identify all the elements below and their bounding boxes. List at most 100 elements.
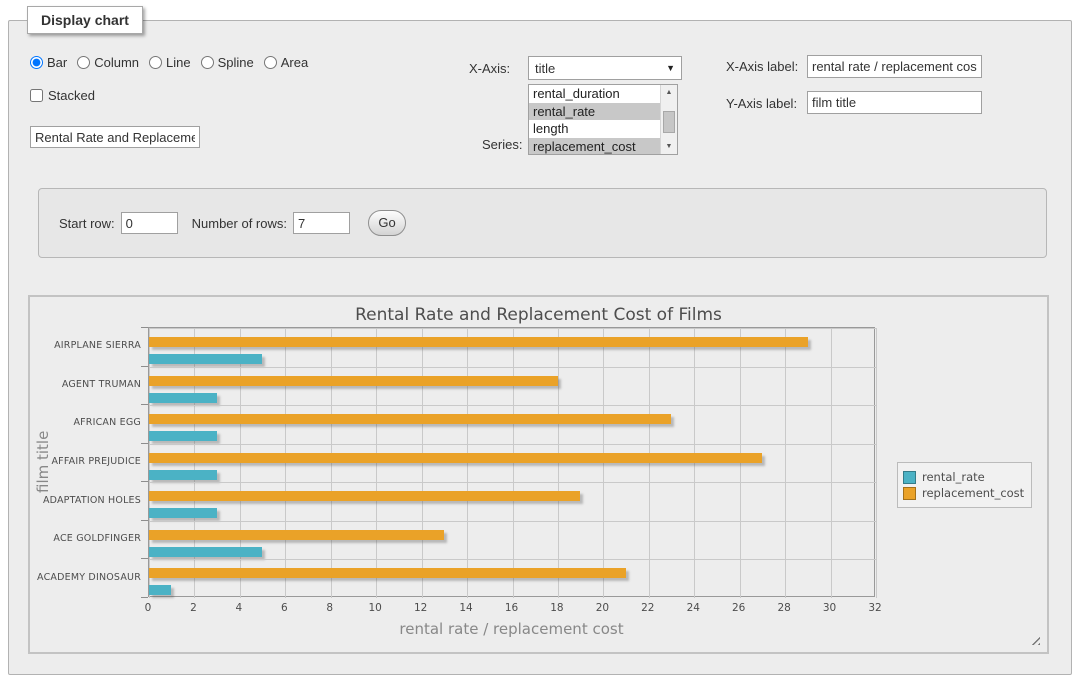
chart-title-input[interactable] bbox=[30, 126, 200, 148]
y-category-label: ACE GOLDFINGER bbox=[30, 533, 141, 544]
bar-replacement_cost bbox=[149, 568, 626, 578]
y-axis-tick bbox=[141, 481, 148, 482]
legend-swatch-icon bbox=[903, 487, 916, 500]
chart-title: Rental Rate and Replacement Cost of Film… bbox=[30, 305, 1047, 325]
gridline bbox=[149, 367, 876, 368]
chart-x-axis-title: rental rate / replacement cost bbox=[148, 620, 875, 638]
legend-label: rental_rate bbox=[922, 470, 985, 484]
gridline bbox=[740, 328, 741, 598]
gridline bbox=[149, 521, 876, 522]
chart-type-line[interactable]: Line bbox=[149, 55, 191, 70]
gridline bbox=[331, 328, 332, 598]
chart-type-bar[interactable]: Bar bbox=[30, 55, 67, 70]
x-tick-label: 4 bbox=[224, 602, 254, 614]
resize-grip-icon[interactable] bbox=[1029, 634, 1040, 645]
series-option-replacement_cost[interactable]: replacement_cost bbox=[529, 138, 660, 155]
num-rows-input[interactable] bbox=[293, 212, 350, 234]
y-axis-tick bbox=[141, 327, 148, 328]
legend-label: replacement_cost bbox=[922, 486, 1024, 500]
x-tick-label: 8 bbox=[315, 602, 345, 614]
scroll-down-icon[interactable]: ▼ bbox=[661, 139, 677, 154]
radio-icon[interactable] bbox=[77, 56, 90, 69]
rows-panel: Start row: Number of rows: Go bbox=[38, 188, 1047, 258]
x-tick-label: 18 bbox=[542, 602, 572, 614]
series-scrollbar[interactable]: ▲ ▼ bbox=[660, 85, 677, 154]
y-category-label: AGENT TRUMAN bbox=[30, 379, 141, 390]
series-listbox[interactable]: rental_durationrental_ratelengthreplacem… bbox=[528, 84, 678, 155]
chart-type-area[interactable]: Area bbox=[264, 55, 308, 70]
x-axis-label-input[interactable] bbox=[807, 55, 982, 78]
chart-type-label: Bar bbox=[47, 55, 67, 70]
gridline bbox=[285, 328, 286, 598]
gridline bbox=[194, 328, 195, 598]
gridline bbox=[149, 405, 876, 406]
bar-replacement_cost bbox=[149, 453, 762, 463]
x-tick-label: 2 bbox=[178, 602, 208, 614]
gridline bbox=[240, 328, 241, 598]
y-axis-tick bbox=[141, 404, 148, 405]
go-button[interactable]: Go bbox=[368, 210, 406, 236]
chart-type-column[interactable]: Column bbox=[77, 55, 139, 70]
x-tick-label: 0 bbox=[133, 602, 163, 614]
radio-icon[interactable] bbox=[201, 56, 214, 69]
bar-replacement_cost bbox=[149, 530, 444, 540]
chart-type-spline[interactable]: Spline bbox=[201, 55, 254, 70]
y-category-label: AFRICAN EGG bbox=[30, 417, 141, 428]
bar-rental_rate bbox=[149, 585, 171, 595]
gridline bbox=[376, 328, 377, 598]
x-tick-label: 6 bbox=[269, 602, 299, 614]
y-axis-tick bbox=[141, 597, 148, 598]
bar-rental_rate bbox=[149, 547, 262, 557]
stacked-checkbox[interactable] bbox=[30, 89, 43, 102]
series-label: Series: bbox=[482, 137, 522, 152]
chart-legend: rental_rate replacement_cost bbox=[897, 462, 1032, 508]
gridline bbox=[467, 328, 468, 598]
legend-item-rental_rate: rental_rate bbox=[903, 470, 1024, 484]
bar-rental_rate bbox=[149, 508, 217, 518]
y-axis-tick bbox=[141, 366, 148, 367]
series-option-rental_duration[interactable]: rental_duration bbox=[529, 85, 660, 103]
gridline bbox=[831, 328, 832, 598]
bar-replacement_cost bbox=[149, 376, 558, 386]
scroll-up-icon[interactable]: ▲ bbox=[661, 85, 677, 100]
gridline bbox=[785, 328, 786, 598]
stacked-checkbox-row[interactable]: Stacked bbox=[30, 88, 95, 103]
x-axis-select[interactable]: title ▼ bbox=[528, 56, 682, 80]
series-option-rental_rate[interactable]: rental_rate bbox=[529, 103, 660, 121]
chart-type-label: Column bbox=[94, 55, 139, 70]
y-axis-label-input[interactable] bbox=[807, 91, 982, 114]
x-tick-label: 32 bbox=[860, 602, 890, 614]
x-tick-label: 14 bbox=[451, 602, 481, 614]
gridline bbox=[149, 482, 876, 483]
x-tick-label: 12 bbox=[406, 602, 436, 614]
y-axis-tick bbox=[141, 443, 148, 444]
chart-plot-area bbox=[148, 327, 875, 597]
fieldset-legend: Display chart bbox=[27, 6, 143, 34]
chart-container: Rental Rate and Replacement Cost of Film… bbox=[28, 295, 1049, 654]
num-rows-label: Number of rows: bbox=[192, 216, 287, 231]
y-axis-tick bbox=[141, 558, 148, 559]
gridline bbox=[603, 328, 604, 598]
scrollbar-thumb[interactable] bbox=[663, 111, 675, 133]
page: Display chart Bar Column Line Spline Area St… bbox=[0, 0, 1081, 681]
x-axis-select-label: X-Axis: bbox=[469, 61, 510, 76]
x-tick-label: 30 bbox=[815, 602, 845, 614]
chevron-down-icon: ▼ bbox=[666, 63, 675, 73]
gridline bbox=[876, 328, 877, 598]
y-category-label: ADAPTATION HOLES bbox=[30, 495, 141, 506]
gridline bbox=[149, 559, 876, 560]
series-option-length[interactable]: length bbox=[529, 120, 660, 138]
y-axis-label-label: Y-Axis label: bbox=[726, 96, 797, 111]
y-axis-tick bbox=[141, 520, 148, 521]
chart-type-label: Area bbox=[281, 55, 308, 70]
radio-icon[interactable] bbox=[30, 56, 43, 69]
bar-rental_rate bbox=[149, 431, 217, 441]
gridline bbox=[558, 328, 559, 598]
y-category-label: AIRPLANE SIERRA bbox=[30, 340, 141, 351]
x-tick-label: 24 bbox=[678, 602, 708, 614]
start-row-input[interactable] bbox=[121, 212, 178, 234]
radio-icon[interactable] bbox=[264, 56, 277, 69]
radio-icon[interactable] bbox=[149, 56, 162, 69]
y-category-label: AFFAIR PREJUDICE bbox=[30, 456, 141, 467]
chart-type-label: Spline bbox=[218, 55, 254, 70]
